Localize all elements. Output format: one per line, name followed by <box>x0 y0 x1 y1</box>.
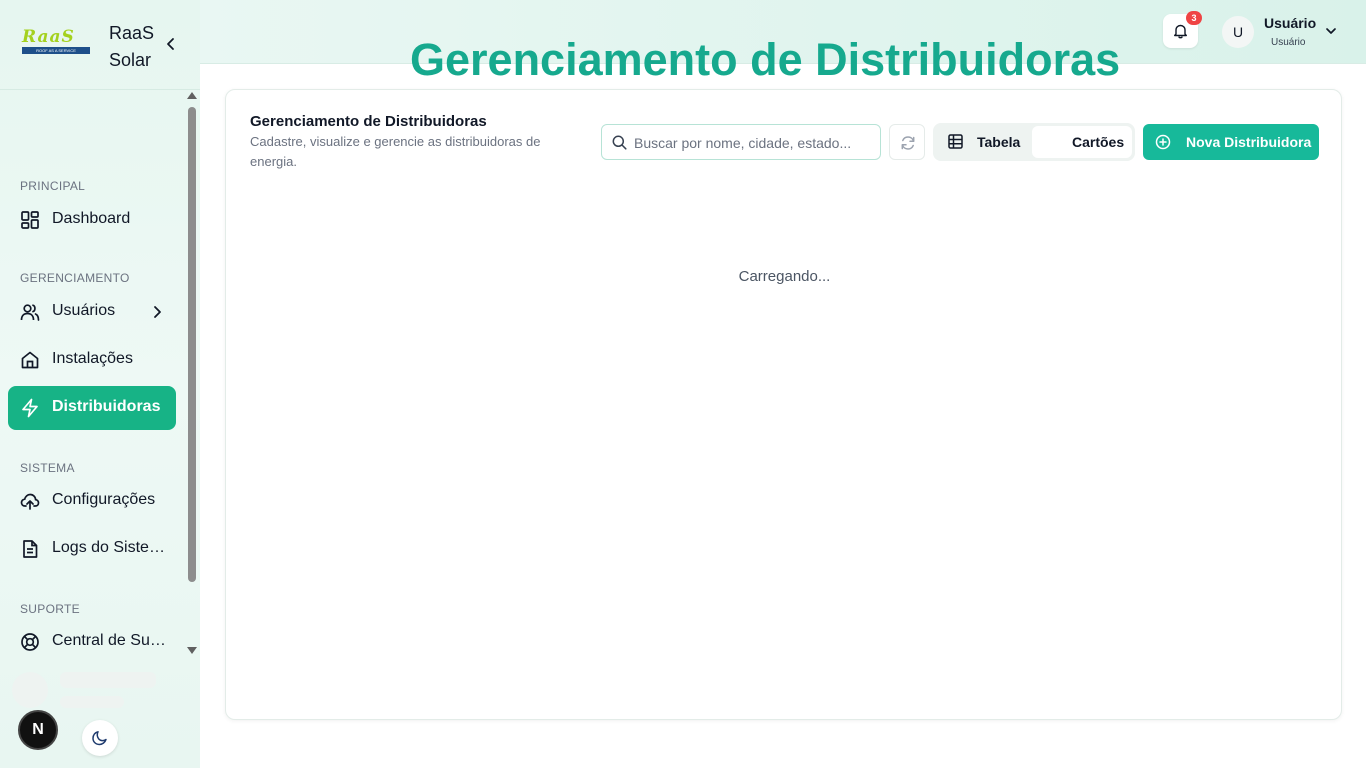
chevron-left-icon <box>167 38 174 50</box>
notification-count-badge: 3 <box>1186 11 1202 25</box>
avatar[interactable]: U <box>1222 16 1254 48</box>
sidebar-item-distribuidoras[interactable]: Distribuidoras <box>8 386 176 430</box>
scroll-down-arrow-icon[interactable] <box>187 647 197 654</box>
card-title: Gerenciamento de Distribuidoras <box>250 113 487 130</box>
page-title: Gerenciamento de Distribuidoras <box>410 34 1121 85</box>
view-cards-tab[interactable]: Cartões <box>1032 126 1132 158</box>
search-input[interactable] <box>634 133 874 153</box>
user-name[interactable]: Usuário <box>1264 15 1316 31</box>
sidebar-item-label: Configurações <box>52 491 156 508</box>
sidebar-item-usuarios[interactable]: Usuários <box>8 290 176 334</box>
users-icon <box>20 304 40 321</box>
user-role: Usuário <box>1271 37 1306 48</box>
chevron-right-icon <box>154 306 161 318</box>
sidebar-item-central-suporte[interactable]: Central de Suporte <box>8 620 176 660</box>
distribuidoras-card: Gerenciamento de Distribuidoras Cadastre… <box>225 89 1342 720</box>
view-mode-toggle: Tabela Cartões <box>933 123 1135 161</box>
sidebar-item-logs[interactable]: Logs do Sistema <box>8 527 176 571</box>
top-header: Gerenciamento de Distribuidoras 3 U Usuá… <box>200 0 1366 85</box>
sidebar-item-label: Instalações <box>52 350 133 367</box>
collapse-sidebar-button[interactable] <box>164 36 178 52</box>
view-cards-label: Cartões <box>1072 134 1125 150</box>
section-title-suporte: SUPORTE <box>20 602 80 616</box>
brand: RaaS ROOF AS A SERVICE RaaS Solar <box>0 0 200 90</box>
file-text-icon <box>23 540 38 558</box>
user-skeleton: N <box>0 660 200 768</box>
new-distribuidora-label: Nova Distribuidora <box>1186 134 1312 150</box>
cloud-upload-icon <box>20 493 40 510</box>
notifications-button[interactable]: 3 <box>1163 11 1202 48</box>
dashboard-icon <box>21 211 39 229</box>
section-title-principal: PRINCIPAL <box>20 179 86 193</box>
table-icon <box>948 134 963 149</box>
nextjs-devtools-button[interactable]: N <box>18 710 58 750</box>
sidebar: RaaS ROOF AS A SERVICE RaaS Solar PRINCI… <box>0 0 200 768</box>
theme-toggle-button[interactable] <box>82 720 118 756</box>
search-icon <box>612 135 627 150</box>
plus-circle-icon <box>1155 134 1171 150</box>
sidebar-item-configuracoes[interactable]: Configurações <box>8 479 176 523</box>
view-table-tab[interactable]: Tabela <box>936 126 1032 158</box>
brand-logo[interactable]: RaaS ROOF AS A SERVICE <box>22 27 90 56</box>
sidebar-item-dashboard[interactable]: Dashboard <box>8 198 176 242</box>
brand-name: RaaS Solar <box>109 23 155 70</box>
moon-icon <box>92 731 107 746</box>
search-field[interactable] <box>601 124 881 160</box>
scroll-thumb[interactable] <box>188 107 196 582</box>
sidebar-item-label: Central de Suporte <box>52 632 170 649</box>
card-subtitle: Cadastre, visualize e gerencie as distri… <box>250 134 541 169</box>
section-title-gerenciamento: GERENCIAMENTO <box>20 271 130 285</box>
logo-tagline: ROOF AS A SERVICE <box>22 47 90 54</box>
chevron-down-icon[interactable] <box>1324 24 1338 38</box>
view-table-label: Tabela <box>977 134 1021 150</box>
loading-text: Carregando... <box>738 268 831 285</box>
zap-icon <box>22 398 38 418</box>
logo-text: RaaS <box>22 27 75 47</box>
section-title-sistema: SISTEMA <box>20 461 75 475</box>
sidebar-item-instalacoes[interactable]: Instalações <box>8 338 176 382</box>
skeleton-line <box>60 696 124 708</box>
refresh-icon <box>901 136 915 150</box>
bell-icon <box>1174 24 1187 39</box>
sidebar-item-label: Logs do Sistema <box>52 539 170 556</box>
new-distribuidora-button[interactable]: Nova Distribuidora <box>1143 124 1319 160</box>
sidebar-item-label: Distribuidoras <box>52 398 161 415</box>
skeleton-line <box>60 672 156 688</box>
sidebar-nav: PRINCIPAL Dashboard GERENCIAMENTO Usuári… <box>0 90 184 660</box>
refresh-button[interactable] <box>889 124 925 160</box>
scroll-up-arrow-icon[interactable] <box>187 92 197 99</box>
sidebar-scrollbar[interactable] <box>184 90 200 660</box>
home-icon <box>21 351 39 369</box>
life-buoy-icon <box>21 633 39 651</box>
skeleton-avatar <box>12 672 48 708</box>
sidebar-item-label: Dashboard <box>52 210 131 227</box>
